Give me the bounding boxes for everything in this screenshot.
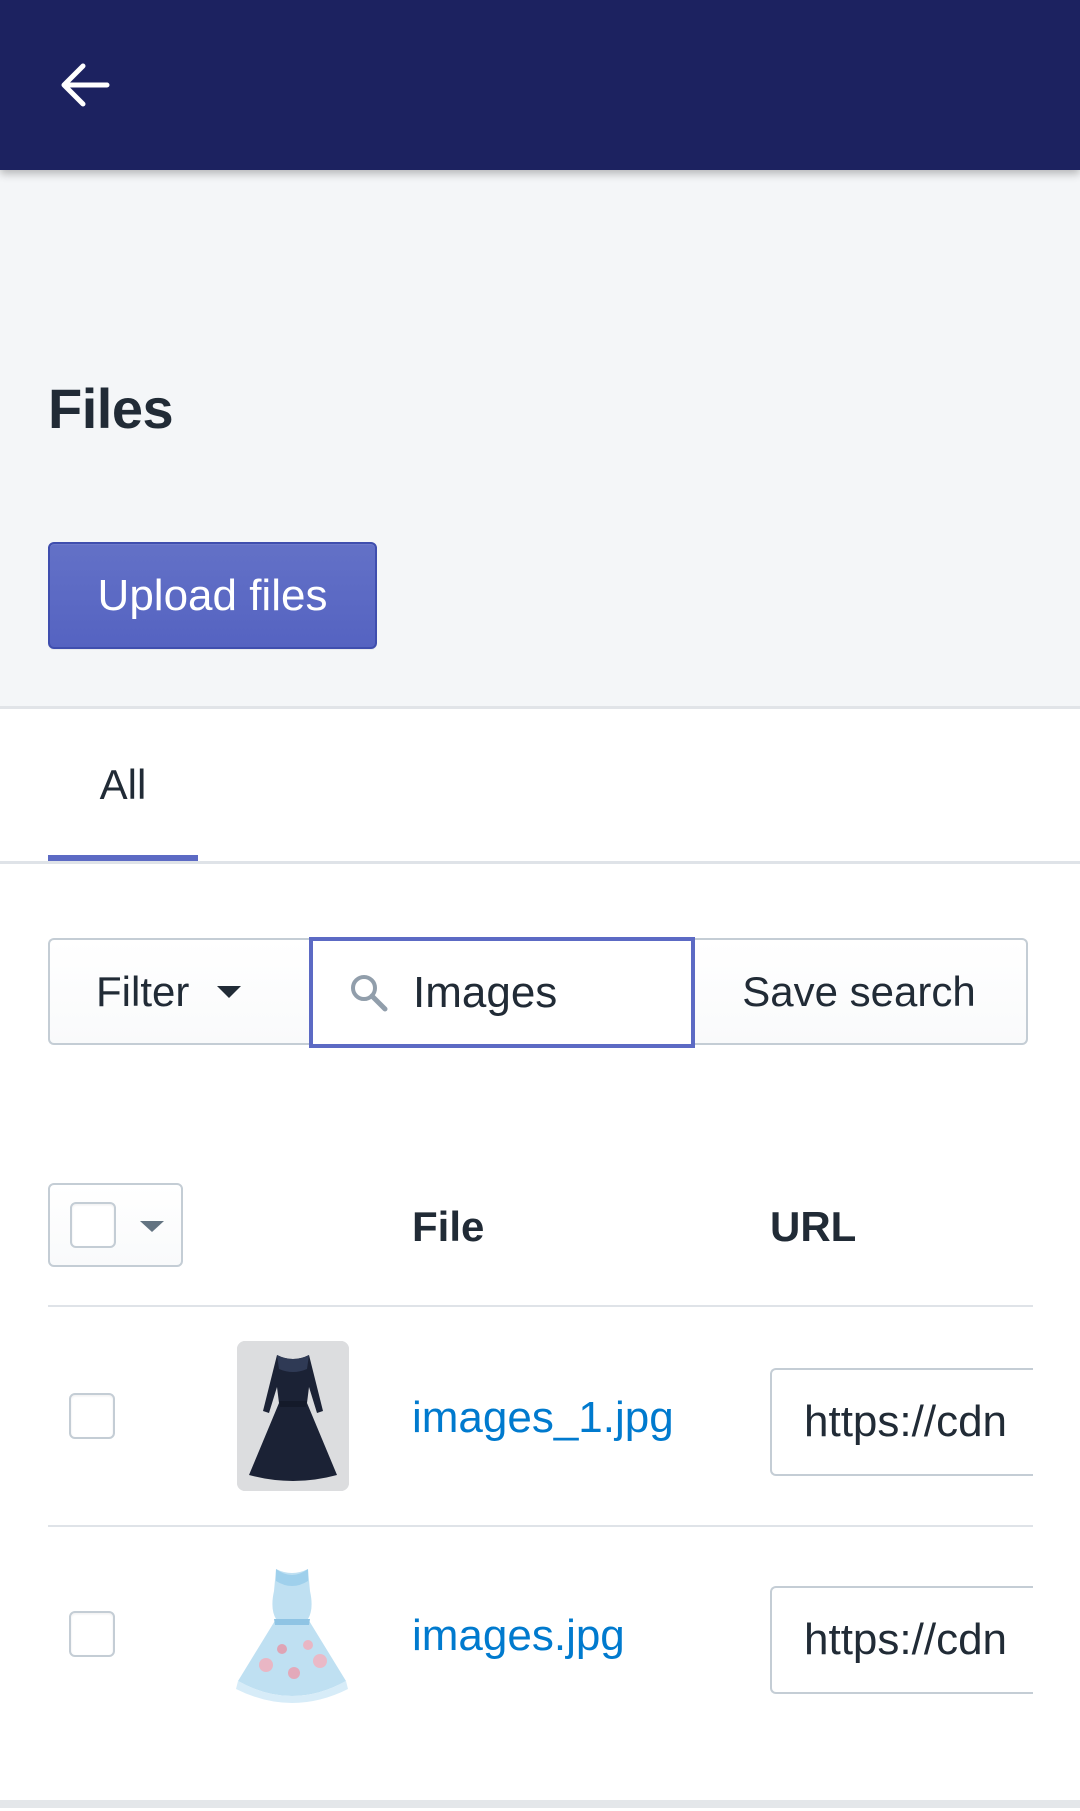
select-all-dropdown[interactable] [48, 1183, 183, 1267]
dress-image [222, 1561, 362, 1711]
url-field[interactable] [770, 1586, 1033, 1694]
back-button[interactable] [50, 50, 120, 120]
file-link[interactable]: images.jpg [412, 1611, 625, 1661]
row-checkbox[interactable] [69, 1393, 115, 1439]
row-divider [48, 1525, 1033, 1527]
tabs-divider [0, 861, 1080, 864]
caret-down-icon [217, 985, 242, 998]
page-title: Files [48, 377, 174, 440]
search-input[interactable] [413, 967, 663, 1018]
arrow-left-icon [61, 63, 110, 107]
column-header-url: URL [770, 1203, 857, 1250]
files-card: All Filter Save search File URL im [0, 706, 1080, 1811]
bottom-border [0, 1800, 1080, 1808]
filter-button[interactable]: Filter [48, 938, 312, 1045]
column-header-file: File [412, 1203, 485, 1250]
row-checkbox[interactable] [69, 1611, 115, 1657]
upload-files-button[interactable]: Upload files [48, 542, 377, 649]
app-bar [0, 0, 1080, 170]
select-all-checkbox[interactable] [70, 1202, 116, 1248]
save-search-button[interactable]: Save search [692, 938, 1028, 1045]
caret-down-icon [140, 1221, 164, 1232]
url-input[interactable] [804, 1615, 1033, 1665]
url-input[interactable] [804, 1397, 1033, 1447]
dress-image [237, 1341, 349, 1491]
search-icon [351, 974, 388, 1011]
url-field[interactable] [770, 1368, 1033, 1476]
tab-all[interactable]: All [48, 709, 198, 861]
file-thumbnail[interactable] [237, 1341, 349, 1491]
filter-label: Filter [96, 967, 190, 1015]
file-thumbnail[interactable] [222, 1561, 362, 1711]
file-link[interactable]: images_1.jpg [412, 1393, 674, 1443]
search-box[interactable] [309, 937, 695, 1048]
row-divider [48, 1305, 1033, 1307]
